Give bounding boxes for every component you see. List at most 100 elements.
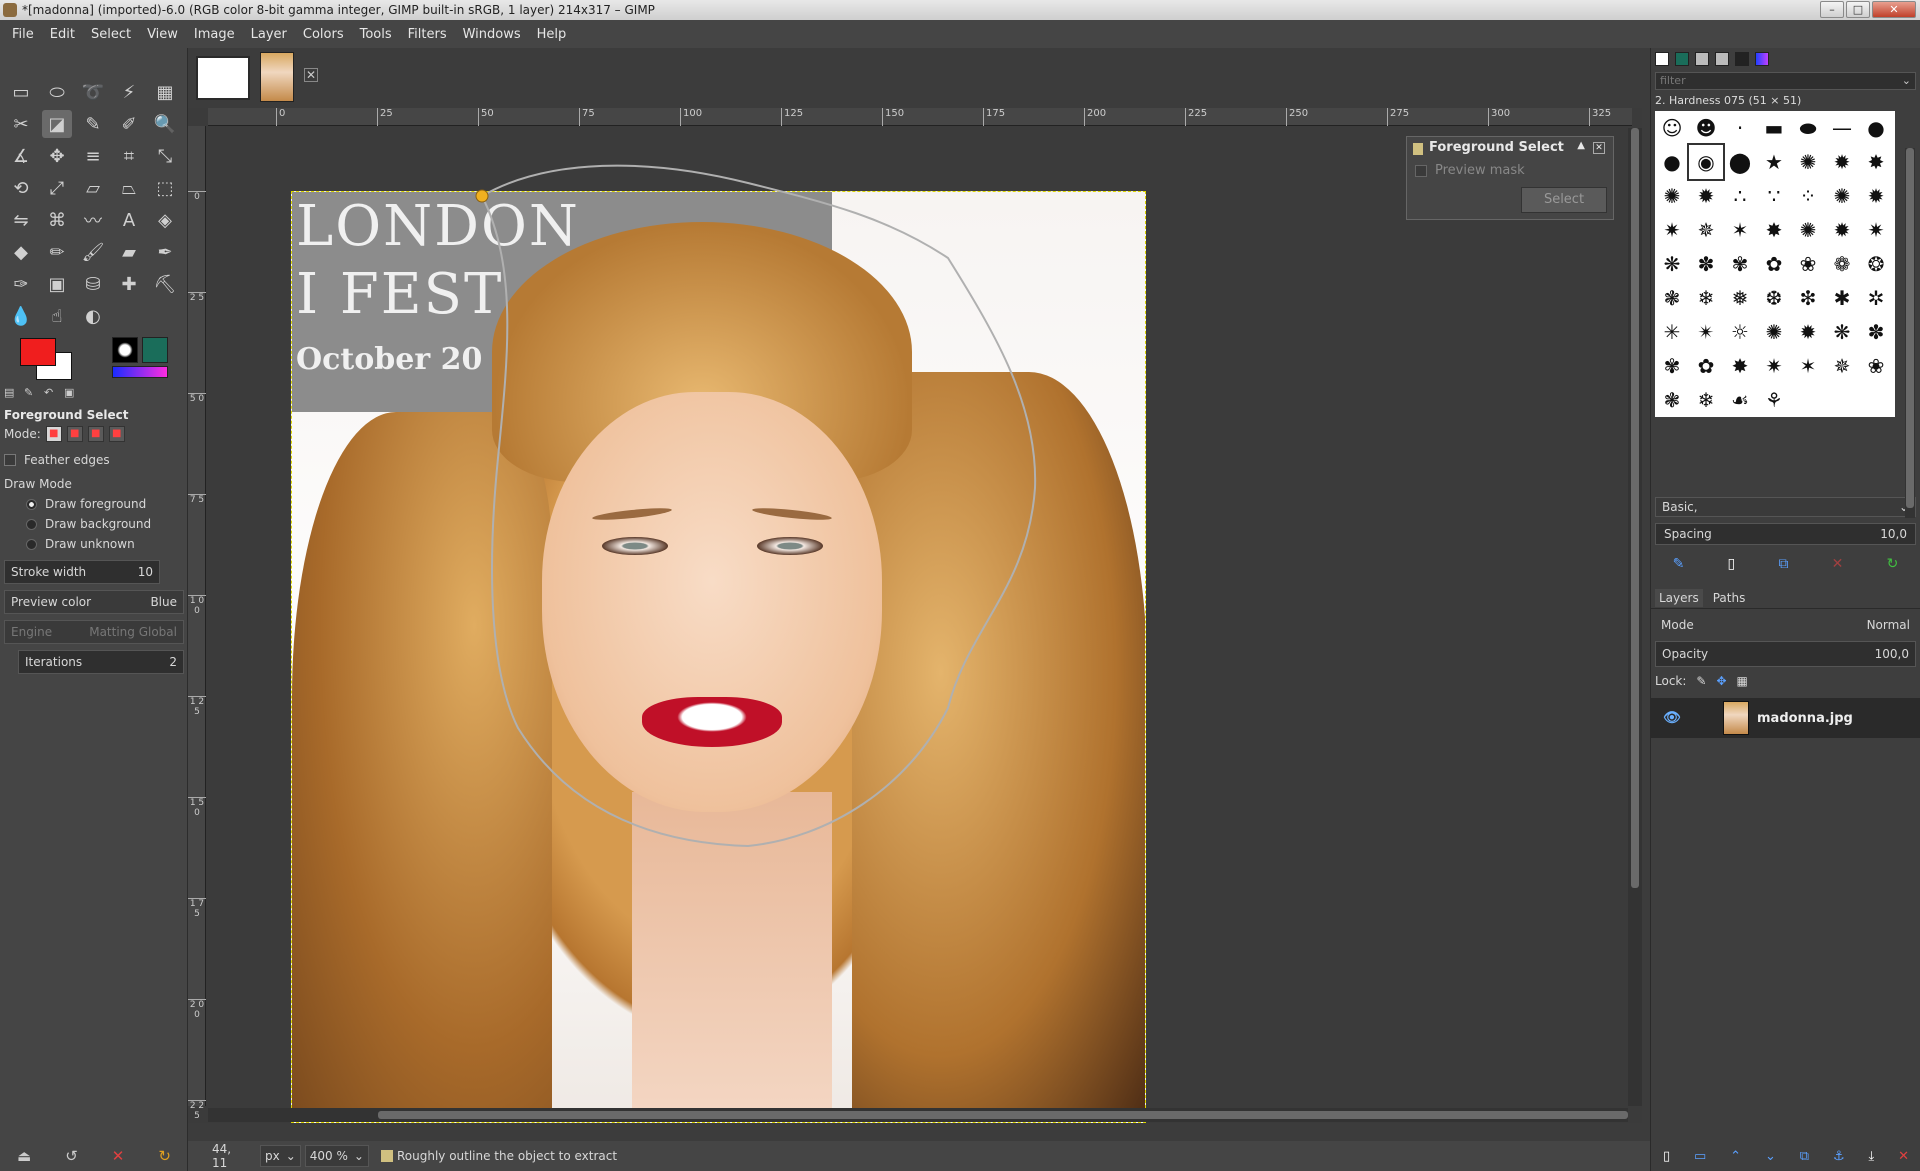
menu-help[interactable]: Help <box>529 27 575 42</box>
brush-item[interactable]: ∴ <box>1723 179 1757 213</box>
mypaint-icon[interactable]: ▣ <box>42 270 72 298</box>
iterations-spinner[interactable]: Iterations 2 <box>18 650 184 674</box>
zoom-combo[interactable]: 400 % ⌄ <box>304 1145 369 1167</box>
draw-unknown-option[interactable]: Draw unknown <box>0 534 188 554</box>
opacity-spinner[interactable]: Opacity 100,0 <box>1655 641 1916 667</box>
brush-item[interactable]: ❄ <box>1689 383 1723 417</box>
brush-filter-input[interactable]: filter ⌄ <box>1655 72 1916 90</box>
duplicate-layer-icon[interactable]: ⧉ <box>1800 1149 1809 1164</box>
delete-layer-icon[interactable]: ✕ <box>1898 1149 1909 1164</box>
layer-name[interactable]: madonna.jpg <box>1757 711 1853 726</box>
brush-item[interactable]: ✹ <box>1859 179 1893 213</box>
3d-transform-icon[interactable]: ⬚ <box>150 174 180 202</box>
brush-item[interactable]: ❋ <box>1655 247 1689 281</box>
bucket-fill-icon[interactable]: ◈ <box>150 206 180 234</box>
lock-position-icon[interactable]: ✥ <box>1716 674 1726 688</box>
brush-item[interactable]: ⁘ <box>1791 179 1825 213</box>
brush-item[interactable]: ❀ <box>1791 247 1825 281</box>
brush-item[interactable]: ⬤ <box>1723 145 1757 179</box>
smudge-icon[interactable]: ☝ <box>42 302 72 330</box>
active-pattern-swatch[interactable] <box>142 337 168 363</box>
draw-background-radio[interactable] <box>26 518 37 530</box>
blur-icon[interactable]: 💧 <box>6 302 36 330</box>
airbrush-icon[interactable]: ✒ <box>150 238 180 266</box>
brush-scroll-thumb[interactable] <box>1906 148 1914 508</box>
brush-item[interactable]: ✹ <box>1791 315 1825 349</box>
brush-item[interactable]: ★ <box>1757 145 1791 179</box>
horizontal-scrollbar[interactable] <box>208 1108 1628 1122</box>
mode-add-icon[interactable]: ■ <box>66 426 83 442</box>
brush-item[interactable]: ✷ <box>1655 213 1689 247</box>
rotate-icon[interactable]: ⟲ <box>6 174 36 202</box>
dodge-burn-icon[interactable]: ◐ <box>78 302 108 330</box>
brush-item[interactable]: ❂ <box>1859 247 1893 281</box>
brush-item[interactable]: · <box>1723 111 1757 145</box>
mode-intersect-icon[interactable]: ■ <box>108 426 125 442</box>
move-icon[interactable]: ✥ <box>42 142 72 170</box>
brush-item[interactable]: ✹ <box>1825 213 1859 247</box>
unified-transform-icon[interactable]: ⤡ <box>150 142 180 170</box>
delete-brush-icon[interactable]: ✕ <box>1832 556 1844 572</box>
brush-item[interactable]: ✺ <box>1791 213 1825 247</box>
close-image-tab-icon[interactable]: ✕ <box>304 68 318 82</box>
reset-tool-options-icon[interactable]: ↻ <box>158 1147 171 1165</box>
vertical-scrollbar[interactable] <box>1628 128 1642 1106</box>
image-tab-madonna[interactable] <box>260 52 294 102</box>
brush-item[interactable]: ❃ <box>1655 281 1689 315</box>
gradients-tab-icon[interactable] <box>1755 52 1769 66</box>
menu-select[interactable]: Select <box>83 27 139 42</box>
brush-item[interactable]: ✸ <box>1757 213 1791 247</box>
text-icon[interactable]: A <box>114 206 144 234</box>
measure-icon[interactable]: ∡ <box>6 142 36 170</box>
draw-foreground-option[interactable]: Draw foreground <box>0 494 188 514</box>
warp-icon[interactable]: 〰 <box>78 206 108 234</box>
refresh-brushes-icon[interactable]: ↻ <box>1887 556 1899 572</box>
paintbrush-icon[interactable]: 🖌 <box>78 238 108 266</box>
heal-icon[interactable]: ✚ <box>114 270 144 298</box>
brush-item[interactable]: ✺ <box>1791 145 1825 179</box>
image-canvas[interactable]: LONDON I FEST October 20 <box>291 191 1146 1123</box>
tool-options-tab-icon[interactable]: ▤ <box>4 386 18 400</box>
brush-item[interactable]: ✾ <box>1723 247 1757 281</box>
edit-brush-icon[interactable]: ✎ <box>1673 556 1685 572</box>
ink-icon[interactable]: ✑ <box>6 270 36 298</box>
opacity-value[interactable]: 100,0 <box>1875 647 1909 661</box>
brush-item[interactable]: ◉ <box>1687 143 1725 181</box>
brush-item[interactable]: ✺ <box>1825 179 1859 213</box>
brush-item[interactable]: ✸ <box>1859 145 1893 179</box>
menu-edit[interactable]: Edit <box>42 27 83 42</box>
rect-select-icon[interactable]: ▭ <box>6 78 36 106</box>
lock-pixels-icon[interactable]: ✎ <box>1696 674 1706 688</box>
lower-layer-icon[interactable]: ⌄ <box>1765 1149 1776 1164</box>
stroke-width-value[interactable]: 10 <box>138 565 153 579</box>
unit-combo[interactable]: px ⌄ <box>260 1145 301 1167</box>
brush-item[interactable]: ✿ <box>1689 349 1723 383</box>
brush-item[interactable]: ❃ <box>1655 383 1689 417</box>
tab-layers[interactable]: Layers <box>1655 588 1703 607</box>
brush-item[interactable]: — <box>1825 111 1859 145</box>
zoom-icon[interactable]: 🔍 <box>150 110 180 138</box>
brush-item[interactable]: ⚘ <box>1757 383 1791 417</box>
visibility-eye-icon[interactable]: 👁 <box>1663 710 1681 726</box>
brush-item[interactable]: ✶ <box>1723 213 1757 247</box>
undo-history-tab-icon[interactable]: ↶ <box>44 386 58 400</box>
layer-mode-value[interactable]: Normal <box>1867 618 1910 632</box>
stroke-width-spinner[interactable]: Stroke width 10 <box>4 560 160 584</box>
vertical-scroll-thumb[interactable] <box>1631 128 1639 888</box>
align-icon[interactable]: ≡ <box>78 142 108 170</box>
menu-image[interactable]: Image <box>186 27 243 42</box>
menu-windows[interactable]: Windows <box>455 27 529 42</box>
restore-tool-preset-icon[interactable]: ↺ <box>65 1147 78 1165</box>
layer-row[interactable]: 👁 madonna.jpg <box>1651 698 1920 738</box>
brush-tag-combo[interactable]: Basic, ⌄ <box>1655 497 1916 517</box>
perspective-clone-icon[interactable]: ⛏ <box>150 270 180 298</box>
brush-item[interactable]: ✽ <box>1689 247 1723 281</box>
brush-item[interactable]: ☼ <box>1723 315 1757 349</box>
document-history-tab-icon[interactable] <box>1715 52 1729 66</box>
tab-paths[interactable]: Paths <box>1709 589 1750 607</box>
brush-item[interactable]: ● <box>1655 145 1689 179</box>
feather-edges-row[interactable]: Feather edges <box>0 450 188 470</box>
brush-item[interactable]: ✾ <box>1655 349 1689 383</box>
by-color-select-icon[interactable]: ▦ <box>150 78 180 106</box>
brush-item[interactable]: ☻ <box>1689 111 1723 145</box>
